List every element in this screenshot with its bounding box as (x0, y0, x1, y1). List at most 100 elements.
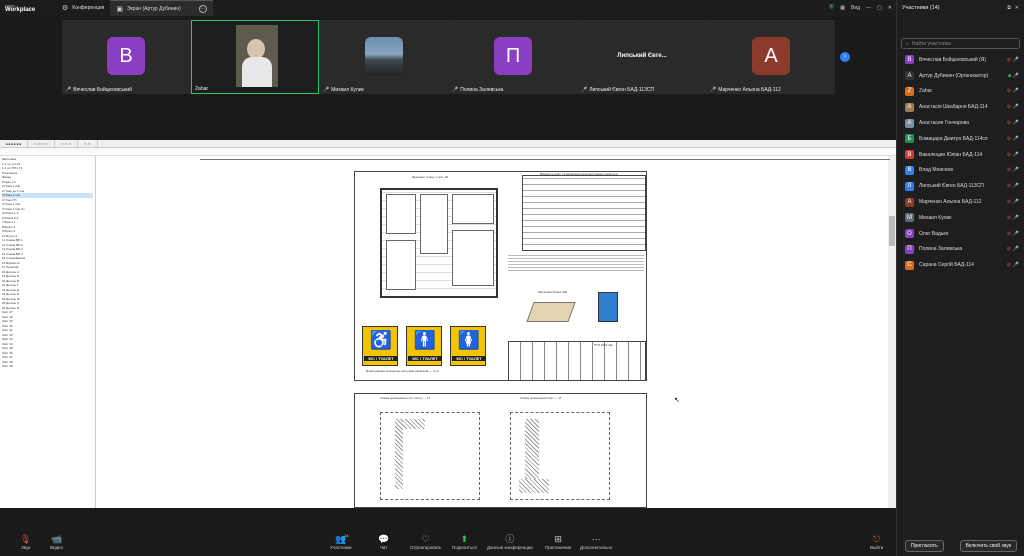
doc-tab[interactable]: ▭ ▭ (78, 139, 98, 148)
mic-muted-icon[interactable]: 🎤 (1013, 104, 1019, 110)
toolbar-button[interactable]: ⊞ Приложения (545, 533, 571, 550)
participant-video (236, 25, 278, 87)
view-label[interactable]: Вид (851, 5, 860, 11)
toolbar-button[interactable]: 💬 Чат (378, 533, 389, 550)
video-tile[interactable]: 🎤 Михаил Кулик (320, 20, 448, 94)
panel-drawing (598, 292, 618, 322)
participant-row[interactable]: В Вакалюцин Юліан БАД-114 ⊘ 🎤 (897, 147, 1024, 163)
tab-screen[interactable]: ▣ Экран (Артур Дубинин) ··· (110, 0, 213, 16)
mic-muted-icon[interactable]: 🎤 (1013, 167, 1019, 173)
unmute-self-button[interactable]: Включить свой звук (959, 540, 1018, 552)
video-off-icon[interactable]: ⊘ (1007, 88, 1011, 94)
participant-row[interactable]: O Олег Вадько ⊘ 🎤 (897, 226, 1024, 242)
tile-name: Полина Залевська (460, 87, 504, 93)
participant-name: Влад Моисеев (919, 167, 953, 174)
vertical-scrollbar[interactable] (888, 156, 896, 508)
video-off-icon[interactable]: ⊘ (1007, 246, 1011, 252)
mic-muted-icon[interactable]: 🎤 (1013, 231, 1019, 237)
participant-row[interactable]: B Вячеслав Бойцеховський (Я) ⊘ 🎤 (897, 52, 1024, 68)
participant-name: Анастасія Шкабарня БАД-114 (919, 104, 988, 111)
mic-muted-icon[interactable]: 🎤 (1013, 262, 1019, 268)
video-off-icon[interactable]: ⊘ (1007, 152, 1011, 158)
more-icon[interactable]: ··· (198, 4, 207, 13)
toolbar-button[interactable]: 👥 14 Участники (330, 533, 352, 550)
participant-row[interactable]: Л Липський Євген БАД-113СП ⊘ 🎤 (897, 178, 1024, 194)
video-off-icon[interactable]: ⊘ (1007, 104, 1011, 110)
video-off-icon[interactable]: ⊘ (1007, 199, 1011, 205)
video-off-icon[interactable]: ⊘ (1007, 215, 1011, 221)
mic-muted-icon[interactable]: 🎤 (1013, 73, 1019, 79)
participant-row[interactable]: C Сарана Сергій БАД-114 ⊘ 🎤 (897, 257, 1024, 273)
doc-tab[interactable]: ▭ ▭ ▭ (55, 139, 79, 148)
participant-row[interactable]: Б Бомацара Дмитро БАД-114сп ⊘ 🎤 (897, 131, 1024, 147)
avatar: A (905, 118, 914, 128)
mic-muted-icon[interactable]: 🎤 (1013, 152, 1019, 158)
tab-screen-label: Экран (Артур Дубинин) (126, 5, 181, 12)
mic-muted-icon[interactable]: 🎤 (1013, 215, 1019, 221)
video-off-icon[interactable]: ⊘ (1007, 136, 1011, 142)
video-on-icon[interactable]: ■ (1008, 73, 1011, 79)
toolbar-button[interactable]: ⓘ Данные конференции (487, 533, 533, 550)
invite-button[interactable]: Пригласить (904, 540, 944, 552)
mic-muted-icon[interactable]: 🎤 (1013, 88, 1019, 94)
participant-row[interactable]: В Влад Моисеев ⊘ 🎤 (897, 163, 1024, 179)
toolbar-button[interactable]: ⎋ Выйти (870, 533, 883, 550)
mic-muted-icon[interactable]: 🎤 (1013, 57, 1019, 63)
video-off-icon[interactable]: ⊘ (1007, 120, 1011, 126)
video-tile[interactable]: Липський Євге... 🎤 Липський Євген БАД-113… (578, 20, 706, 94)
toolbar-button[interactable]: ⬆ Поделиться (452, 533, 477, 550)
detail-drawing-1 (380, 412, 480, 500)
close-icon[interactable]: ✕ (1015, 5, 1019, 11)
participant-row[interactable]: A Анастасія Шкабарня БАД-114 ⊘ 🎤 (897, 99, 1024, 115)
video-off-icon[interactable]: ⊘ (1007, 183, 1011, 189)
tree-item[interactable]: Лист 39 (2, 364, 93, 369)
toolbar-label: Звук (21, 545, 31, 550)
mic-muted-icon[interactable]: 🎤 (1013, 136, 1019, 142)
minimize-icon[interactable]: — (866, 5, 871, 11)
toolbar-button[interactable]: 🎙 Звук (20, 533, 31, 550)
video-tile[interactable]: B 🎤 Вячеслав Бойцеховський (62, 20, 190, 94)
participant-row[interactable]: М Михаил Кулик ⊘ 🎤 (897, 210, 1024, 226)
maximize-icon[interactable]: ▢ (877, 5, 882, 11)
video-off-icon[interactable]: ⊘ (1007, 231, 1011, 237)
video-off-icon[interactable]: ⊘ (1007, 57, 1011, 63)
video-off-icon[interactable]: ⊘ (1007, 167, 1011, 173)
mic-muted-icon[interactable]: 🎤 (1013, 246, 1019, 252)
participant-row[interactable]: A Марченко Альона БАД-112 ⊘ 🎤 (897, 194, 1024, 210)
video-tile-active[interactable]: Zahar (191, 20, 319, 94)
participant-name: Марченко Альона БАД-112 (919, 199, 982, 206)
participant-row[interactable]: Z Zahar ⊘ 🎤 (897, 84, 1024, 100)
next-page-button[interactable]: › (840, 52, 850, 62)
avatar: O (905, 229, 914, 239)
participant-row[interactable]: П Полина Залевська ⊘ 🎤 (897, 242, 1024, 258)
toolbar-button[interactable]: ⋯ Дополнительно (580, 533, 612, 550)
tab-conference-label: Конференция (72, 5, 105, 11)
video-off-icon: 📹 (50, 534, 63, 544)
mic-muted-icon[interactable]: 🎤 (1013, 120, 1019, 126)
sign-caption: Влаштування позначень-піктограм санвузлі… (366, 369, 440, 373)
toolbar-button[interactable]: 📹 Видео (50, 533, 63, 550)
participant-row[interactable]: A Артур Дубинин (Организатор) ■ 🎤 (897, 68, 1024, 84)
participant-search-input[interactable]: ⌕ Найти участника (901, 38, 1020, 49)
popout-icon[interactable]: ⧉ (1007, 5, 1011, 11)
grid-icon[interactable]: ▦ (840, 5, 845, 11)
video-tile[interactable]: П 🎤 Полина Залевська (449, 20, 577, 94)
mic-muted-icon: 🎙 (20, 534, 32, 544)
participant-row[interactable]: A Анастасия Гончарова ⊘ 🎤 (897, 115, 1024, 131)
tile-name: Михаил Кулик (331, 87, 364, 93)
doc-tab[interactable]: ▭ ▭ ▭ ▭ (28, 139, 55, 148)
mic-muted-icon[interactable]: 🎤 (1013, 183, 1019, 189)
more-icon: ⋯ (591, 534, 601, 544)
video-tile[interactable]: A 🎤 Марченко Альона БАД-112 (707, 20, 835, 94)
video-off-icon[interactable]: ⊘ (1007, 262, 1011, 268)
tab-conference[interactable]: ⚙ Конференция (56, 0, 110, 16)
doc-tab[interactable]: ■ ■ ■ ■ ■ ■ (0, 139, 29, 148)
mic-muted-icon: 🎤 (581, 87, 588, 93)
bench-drawing (526, 302, 576, 322)
shield-icon[interactable]: ⛨ (829, 4, 834, 12)
mic-muted-icon[interactable]: 🎤 (1013, 199, 1019, 205)
toolbar-button[interactable]: ♡ Отреагировать (410, 533, 441, 550)
video-strip: B 🎤 Вячеслав Бойцеховський Zahar 🎤 Михаил … (62, 20, 835, 94)
close-icon[interactable]: ✕ (888, 5, 892, 11)
participant-name: Бомацара Дмитро БАД-114сп (919, 135, 988, 142)
